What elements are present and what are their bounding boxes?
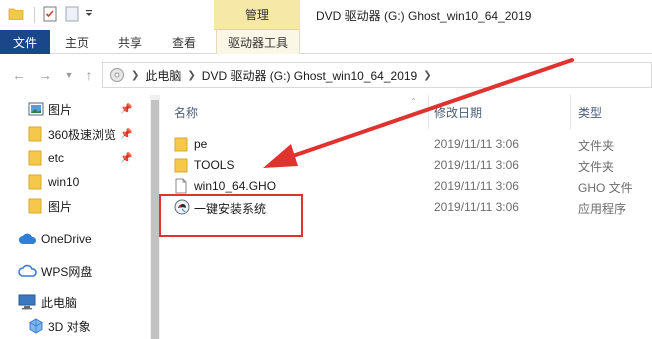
file-name: pe — [194, 137, 208, 151]
sidebar-item-etc[interactable]: etc 📌 — [0, 147, 150, 169]
sort-chevron-icon[interactable]: ⌃ — [410, 97, 417, 106]
file-type: 文件夹 — [578, 160, 615, 174]
sidebar-item-360-browser[interactable]: 360极速浏览 📌 — [0, 123, 150, 145]
pin-icon[interactable]: 📌 — [120, 129, 132, 140]
pin-icon[interactable]: 📌 — [120, 104, 132, 115]
sidebar-item-win10[interactable]: win10 — [0, 171, 150, 193]
file-name: win10_64.GHO — [194, 179, 277, 193]
sidebar-item-label: 此电脑 — [41, 295, 78, 310]
file-date: 2019/11/11 3:06 — [434, 137, 519, 151]
folder-icon — [28, 150, 42, 166]
breadcrumb-separator-icon[interactable]: ❯ — [131, 70, 139, 81]
file-date: 2019/11/11 3:06 — [434, 179, 519, 193]
quick-access-toolbar — [0, 0, 93, 30]
folder-icon — [28, 126, 42, 142]
onedrive-icon — [18, 233, 38, 245]
new-folder-icon[interactable] — [65, 6, 79, 25]
sidebar-item-label: 图片 — [48, 199, 73, 214]
sidebar-item-label: win10 — [48, 175, 80, 189]
tab-manage[interactable]: 管理 — [214, 0, 300, 30]
up-arrow-icon[interactable]: ↑ — [80, 66, 98, 84]
title-bar: 管理 DVD 驱动器 (G:) Ghost_win10_64_2019 — [0, 0, 652, 30]
sidebar-item-label: etc — [48, 151, 65, 165]
forward-arrow-icon[interactable]: → — [36, 66, 54, 84]
wps-cloud-icon — [18, 264, 38, 278]
sidebar-item-this-pc[interactable]: 此电脑 — [0, 291, 150, 313]
dvd-drive-icon — [109, 67, 125, 83]
sidebar-item-label: 3D 对象 — [48, 319, 91, 334]
customize-toolbar-chevron-icon[interactable] — [85, 8, 93, 22]
list-item[interactable]: TOOLS 2019/11/11 3:06 文件夹 — [160, 154, 652, 175]
column-divider[interactable] — [428, 95, 429, 129]
window-title: DVD 驱动器 (G:) Ghost_win10_64_2019 — [316, 9, 532, 23]
folder-icon — [174, 136, 188, 155]
column-header-name[interactable]: 名称 — [174, 95, 198, 129]
pin-icon[interactable]: 📌 — [120, 153, 132, 164]
this-pc-icon — [18, 294, 36, 310]
address-bar[interactable]: ❯ 此电脑 ❯ DVD 驱动器 (G:) Ghost_win10_64_2019… — [102, 62, 652, 88]
tab-view[interactable]: 查看 — [162, 30, 206, 54]
column-divider[interactable] — [570, 95, 571, 129]
sidebar-item-label: 360极速浏览 — [48, 127, 117, 142]
sidebar-item-label: WPS网盘 — [41, 264, 93, 279]
tab-drive-tools[interactable]: 驱动器工具 — [216, 30, 300, 54]
navigation-bar: ← → ▼ ↑ ❯ 此电脑 ❯ DVD 驱动器 (G:) Ghost_win10… — [0, 55, 652, 95]
file-date: 2019/11/11 3:06 — [434, 200, 519, 214]
tab-file[interactable]: 文件 — [0, 30, 50, 54]
3d-objects-icon — [28, 318, 44, 334]
pictures-icon — [28, 102, 44, 116]
properties-icon[interactable] — [43, 6, 57, 25]
sidebar-item-pictures-folder[interactable]: 图片 — [0, 195, 150, 217]
sidebar-item-3d-objects[interactable]: 3D 对象 — [0, 315, 150, 337]
breadcrumb-dvd-drive[interactable]: DVD 驱动器 (G:) Ghost_win10_64_2019 — [202, 67, 417, 84]
highlight-box — [159, 194, 303, 237]
sidebar-item-label: 图片 — [48, 102, 73, 117]
file-date: 2019/11/11 3:06 — [434, 158, 519, 172]
breadcrumb-separator-icon[interactable]: ❯ — [187, 70, 195, 81]
folder-icon — [28, 174, 42, 190]
file-type: GHO 文件 — [578, 181, 633, 195]
tab-home[interactable]: 主页 — [56, 30, 98, 54]
column-header-type[interactable]: 类型 — [578, 95, 602, 129]
folder-icon — [174, 157, 188, 176]
breadcrumb-this-pc[interactable]: 此电脑 — [145, 67, 181, 84]
recent-locations-chevron-icon[interactable]: ▼ — [60, 66, 78, 84]
sidebar-scrollbar-thumb[interactable] — [151, 100, 159, 339]
folder-icon[interactable] — [8, 7, 24, 24]
sidebar-item-onedrive[interactable]: OneDrive — [0, 228, 150, 250]
list-item[interactable]: pe 2019/11/11 3:06 文件夹 — [160, 133, 652, 154]
sidebar-item-pictures[interactable]: 图片 📌 — [0, 98, 150, 120]
tab-share[interactable]: 共享 — [108, 30, 152, 54]
back-arrow-icon[interactable]: ← — [10, 66, 28, 84]
list-item[interactable]: win10_64.GHO 2019/11/11 3:06 GHO 文件 — [160, 175, 652, 196]
folder-icon — [28, 198, 42, 214]
navigation-pane: 图片 📌 360极速浏览 📌 etc 📌 win10 图片 OneDrive W… — [0, 95, 150, 339]
toolbar-divider — [34, 7, 35, 23]
file-type: 文件夹 — [578, 139, 615, 153]
file-type: 应用程序 — [578, 202, 627, 216]
sidebar-item-wps-cloud[interactable]: WPS网盘 — [0, 260, 150, 282]
column-header-modified[interactable]: 修改日期 — [434, 95, 482, 129]
file-name: TOOLS — [194, 158, 235, 172]
ribbon-tabs: 文件 主页 共享 查看 驱动器工具 — [0, 30, 652, 54]
breadcrumb-separator-icon[interactable]: ❯ — [423, 70, 431, 81]
sidebar-item-label: OneDrive — [41, 232, 92, 246]
